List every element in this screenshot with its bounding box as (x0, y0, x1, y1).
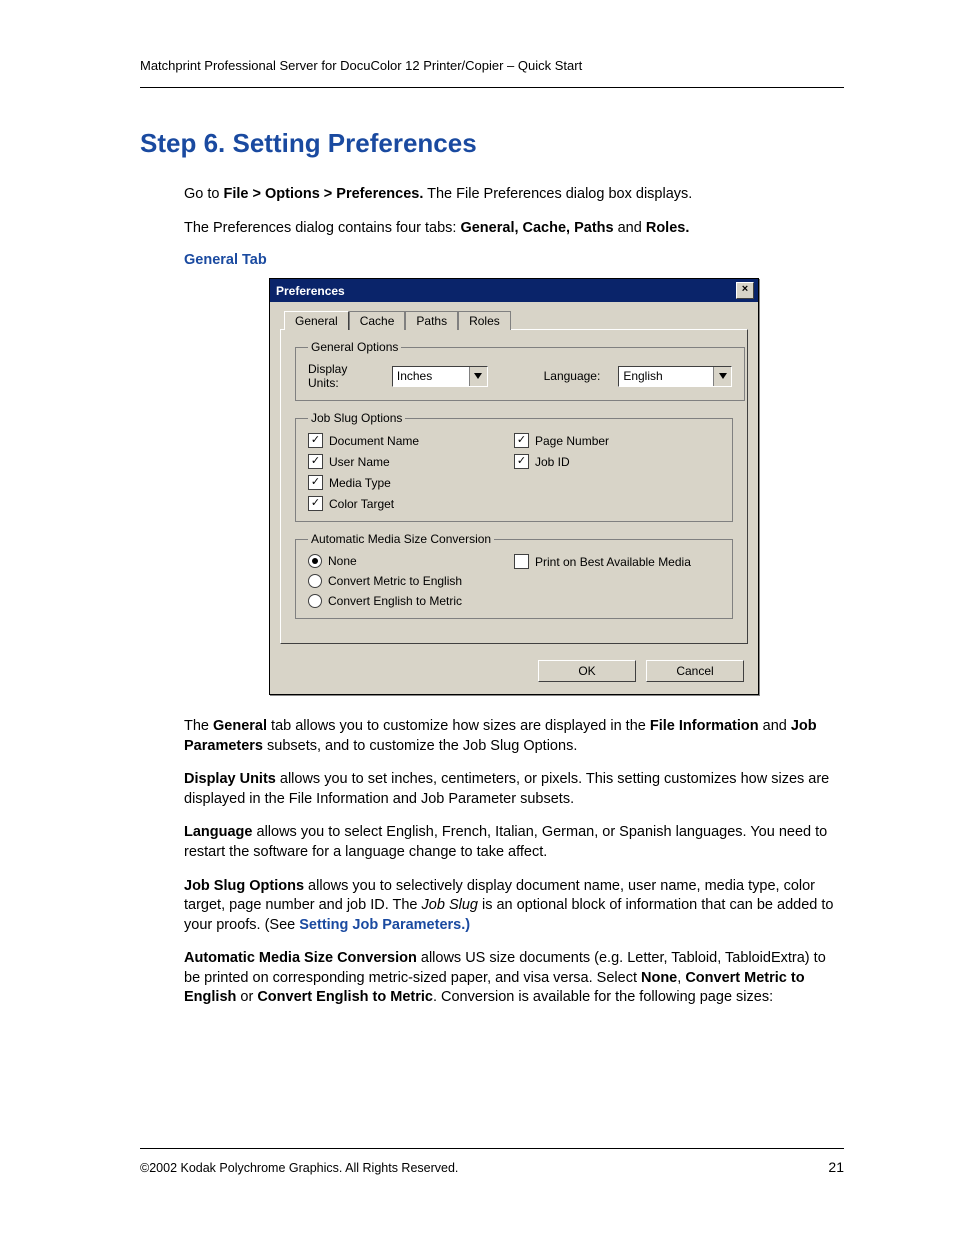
text: allows you to set inches, centimeters, o… (184, 771, 829, 807)
text: General (213, 718, 267, 734)
close-icon: × (742, 283, 748, 295)
radio-label: Convert Metric to English (328, 574, 462, 588)
text: The (184, 718, 213, 734)
running-header: Matchprint Professional Server for DocuC… (140, 58, 844, 88)
text: and (759, 718, 791, 734)
legend: General Options (308, 340, 401, 354)
text: allows you to select English, French, It… (184, 824, 827, 860)
paragraph-language: Language allows you to select English, F… (184, 823, 844, 862)
language-label: Language: (544, 369, 601, 383)
radio-label: None (328, 554, 357, 568)
dropdown-value: Inches (397, 369, 432, 383)
tab-cache[interactable]: Cache (349, 311, 406, 330)
tabs-paragraph: The Preferences dialog contains four tab… (184, 219, 844, 239)
chevron-down-icon (469, 367, 487, 386)
radio-english-to-metric[interactable]: Convert English to Metric (308, 594, 514, 608)
paragraph-job-slug: Job Slug Options allows you to selective… (184, 877, 844, 936)
tab-panel-general: General Options Display Units: Inches La… (280, 329, 748, 644)
check-icon (308, 475, 323, 490)
text: subsets, and to customize the Job Slug O… (263, 738, 577, 754)
checkbox-user-name[interactable]: User Name (308, 454, 514, 469)
dropdown-value: English (623, 369, 662, 383)
text: Go to (184, 186, 224, 202)
text: Language (184, 824, 252, 840)
ok-button[interactable]: OK (538, 660, 636, 682)
checkbox-document-name[interactable]: Document Name (308, 433, 514, 448)
text: Job Slug Options (184, 878, 304, 894)
text: The Preferences dialog contains four tab… (184, 220, 460, 236)
radio-none[interactable]: None (308, 554, 514, 568)
link-setting-job-parameters[interactable]: Setting Job Parameters.) (299, 917, 470, 933)
checkbox-label: User Name (329, 455, 390, 469)
page-title: Step 6. Setting Preferences (140, 128, 844, 159)
checkbox-label: Media Type (329, 476, 391, 490)
dialog-title: Preferences (276, 284, 345, 298)
preferences-dialog: Preferences × General Cache Paths Roles … (269, 278, 759, 695)
menu-path: File > Options > Preferences. (224, 186, 424, 202)
radio-icon (308, 554, 322, 568)
group-general-options: General Options Display Units: Inches La… (295, 340, 745, 401)
checkbox-color-target[interactable]: Color Target (308, 496, 514, 511)
radio-metric-to-english[interactable]: Convert Metric to English (308, 574, 514, 588)
group-auto-media: Automatic Media Size Conversion None Con… (295, 532, 733, 619)
checkbox-label: Color Target (329, 497, 394, 511)
paragraph-auto-media: Automatic Media Size Conversion allows U… (184, 949, 844, 1008)
tab-roles[interactable]: Roles (458, 311, 511, 330)
check-icon (514, 454, 529, 469)
text: tab allows you to customize how sizes ar… (267, 718, 650, 734)
display-units-dropdown[interactable]: Inches (392, 366, 488, 387)
display-units-label: Display Units: (308, 362, 374, 390)
tab-general[interactable]: General (284, 311, 349, 330)
copyright: ©2002 Kodak Polychrome Graphics. All Rig… (140, 1161, 458, 1175)
check-icon (514, 433, 529, 448)
legend: Automatic Media Size Conversion (308, 532, 494, 546)
paragraph-general: The General tab allows you to customize … (184, 717, 844, 756)
radio-icon (308, 594, 322, 608)
text: . Conversion is available for the follow… (433, 989, 773, 1005)
checkbox-page-number[interactable]: Page Number (514, 433, 720, 448)
text: The File Preferences dialog box displays… (423, 186, 692, 202)
paragraph-display-units: Display Units allows you to set inches, … (184, 770, 844, 809)
tab-bar: General Cache Paths Roles (270, 302, 758, 329)
subheading-general-tab: General Tab (184, 252, 844, 268)
check-icon (308, 496, 323, 511)
text: None (641, 970, 677, 986)
chevron-down-icon (713, 367, 731, 386)
text: or (236, 989, 257, 1005)
checkbox-label: Document Name (329, 434, 419, 448)
text: Display Units (184, 771, 276, 787)
checkbox-label: Print on Best Available Media (535, 555, 691, 569)
group-job-slug: Job Slug Options Document Name User Name… (295, 411, 733, 522)
page-number: 21 (828, 1159, 844, 1175)
text: Job Slug (422, 897, 478, 913)
language-dropdown[interactable]: English (618, 366, 732, 387)
text: and (614, 220, 646, 236)
tab-paths[interactable]: Paths (405, 311, 458, 330)
page-footer: ©2002 Kodak Polychrome Graphics. All Rig… (140, 1148, 844, 1175)
text: File Information (650, 718, 759, 734)
legend: Job Slug Options (308, 411, 405, 425)
radio-label: Convert English to Metric (328, 594, 462, 608)
check-icon (514, 554, 529, 569)
dialog-titlebar: Preferences × (270, 279, 758, 302)
intro-paragraph: Go to File > Options > Preferences. The … (184, 185, 844, 205)
text: Roles. (646, 220, 690, 236)
checkbox-job-id[interactable]: Job ID (514, 454, 720, 469)
radio-icon (308, 574, 322, 588)
text: Convert English to Metric (257, 989, 433, 1005)
check-icon (308, 454, 323, 469)
text: General, Cache, Paths (460, 220, 613, 236)
button-row: OK Cancel (270, 654, 758, 694)
checkbox-label: Page Number (535, 434, 609, 448)
text: Automatic Media Size Conversion (184, 950, 417, 966)
checkbox-best-media[interactable]: Print on Best Available Media (514, 554, 720, 569)
checkbox-label: Job ID (535, 455, 570, 469)
checkbox-media-type[interactable]: Media Type (308, 475, 514, 490)
check-icon (308, 433, 323, 448)
close-button[interactable]: × (736, 282, 754, 299)
cancel-button[interactable]: Cancel (646, 660, 744, 682)
